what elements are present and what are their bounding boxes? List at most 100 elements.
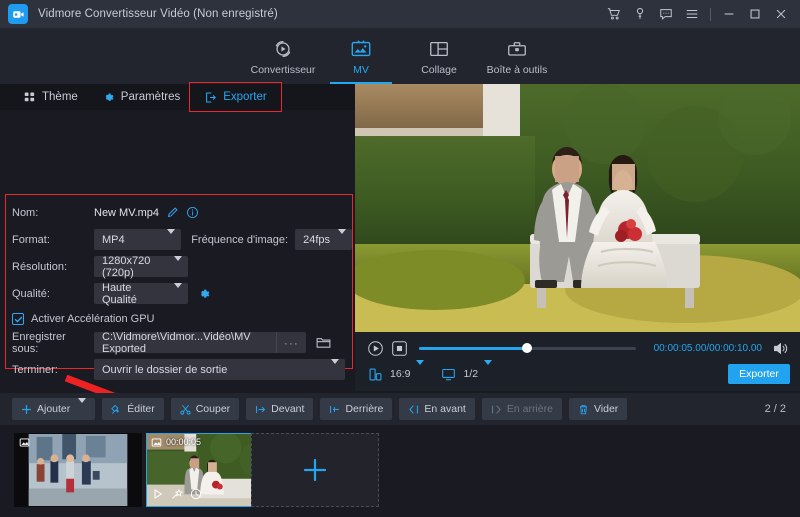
tab-settings-label: Paramètres: [120, 91, 181, 103]
play-icon[interactable]: [365, 338, 385, 358]
feedback-icon[interactable]: [653, 0, 679, 28]
nav-label-mv: MV: [353, 63, 369, 76]
framerate-label: Fréquence d'image:: [191, 233, 289, 246]
tab-theme[interactable]: Thème: [12, 85, 90, 109]
nav-item-mv[interactable]: MV: [322, 28, 400, 84]
saveto-label: Enregistrer sous:: [12, 330, 66, 355]
key-icon[interactable]: [627, 0, 653, 28]
tab-export[interactable]: Exporter: [192, 85, 278, 109]
finish-label: Terminer:: [12, 363, 58, 376]
info-icon[interactable]: [186, 206, 199, 219]
resolution-select[interactable]: 1280x720 (720p): [94, 254, 188, 279]
aspect-ratio-chevron-down-icon[interactable]: [416, 360, 425, 383]
form-row-saveto: Enregistrer sous: C:\Vidmore\Vidmor...Vi…: [8, 330, 352, 355]
magic-wand-icon[interactable]: [171, 487, 183, 505]
clock-icon[interactable]: [190, 487, 202, 505]
toolbar-button-edit[interactable]: Éditer: [102, 398, 164, 420]
nav-item-converter[interactable]: Convertisseur: [244, 28, 322, 84]
open-folder-icon[interactable]: [312, 332, 334, 353]
progress-fill: [419, 346, 528, 350]
collage-icon: [428, 37, 450, 61]
form-row-name: Nom: New MV.mp4: [8, 200, 352, 225]
screen-chevron-down-icon[interactable]: [484, 360, 493, 383]
toolbar-button-backward[interactable]: En arrière: [481, 398, 562, 420]
quality-select[interactable]: Haute Qualité: [94, 281, 188, 306]
sub-tab-bar: Thème Paramètres Exporter: [0, 82, 355, 112]
edit-pin-icon: [111, 404, 120, 414]
clip-timeline: 00:00:05: [0, 425, 800, 517]
player-options-row: 16:9 1/2 Exporter: [355, 360, 800, 386]
framerate-select[interactable]: 24fps: [295, 228, 352, 250]
nav-item-collage[interactable]: Collage: [400, 28, 478, 84]
chevron-down-icon: [330, 228, 346, 246]
cart-icon[interactable]: [601, 0, 627, 28]
form-row-gpu: Activer Accélération GPU: [8, 308, 352, 330]
format-value: MP4: [102, 233, 125, 246]
stop-icon[interactable]: [389, 338, 409, 358]
screen-value: 1/2: [463, 368, 479, 380]
gpu-checkbox[interactable]: [12, 313, 24, 325]
resolution-value: 1280x720 (720p): [102, 254, 151, 279]
browse-button[interactable]: ···: [275, 332, 306, 353]
nav-label-converter: Convertisseur: [250, 63, 316, 76]
aspect-ratio-value: 16:9: [390, 368, 411, 380]
toolbar-label-clear: Vider: [593, 403, 619, 415]
grid-icon: [24, 92, 35, 102]
player-transport-row: 00:00:05.00/00:00:10.00: [355, 336, 800, 360]
saveto-value: C:\Vidmore\Vidmor...Vidéo\MV Exported: [102, 330, 251, 355]
menu-icon[interactable]: [679, 0, 705, 28]
chevron-down-icon: [159, 228, 176, 246]
plus-icon: [303, 458, 327, 482]
toolbar-button-cut[interactable]: Couper: [170, 398, 240, 420]
resolution-label: Résolution:: [12, 260, 68, 273]
export-button-preview[interactable]: Exporter: [728, 364, 790, 384]
toolbar-button-clear[interactable]: Vider: [568, 398, 628, 420]
toolbar-button-forward[interactable]: En avant: [399, 398, 475, 420]
name-label: Nom:: [12, 206, 39, 219]
toolbar-button-front[interactable]: Devant: [246, 398, 314, 420]
maximize-icon[interactable]: [742, 0, 768, 28]
gpu-label: Activer Accélération GPU: [31, 313, 155, 325]
gear-icon: [105, 92, 114, 101]
edit-icon[interactable]: [166, 206, 179, 219]
add-clip-button[interactable]: [251, 433, 379, 507]
framerate-value: 24fps: [303, 233, 330, 246]
form-row-resolution: Résolution: 1280x720 (720p): [8, 254, 352, 279]
format-select[interactable]: MP4: [94, 228, 182, 250]
forward-icon: [409, 404, 419, 414]
tab-settings[interactable]: Paramètres: [90, 85, 192, 109]
move-front-icon: [256, 405, 266, 413]
trash-icon: [579, 404, 587, 414]
toolbar-label-forward: En avant: [424, 403, 466, 415]
name-value: New MV.mp4: [94, 206, 160, 219]
video-stage[interactable]: [355, 84, 800, 332]
progress-slider[interactable]: [419, 343, 636, 353]
app-logo-icon: [8, 4, 28, 24]
video-preview-panel: 00:00:05.00/00:00:10.00 16:9 1/2 Exporte…: [355, 84, 800, 391]
minimize-icon[interactable]: [716, 0, 742, 28]
finish-select[interactable]: Ouvrir le dossier de sortie: [94, 358, 345, 380]
timeline-clip-1[interactable]: [14, 433, 142, 507]
left-panel: Thème Paramètres Exporter Nom: New MV.mp…: [0, 82, 355, 445]
chevron-down-icon[interactable]: [78, 398, 87, 415]
page-counter: 2 / 2: [764, 403, 786, 415]
aspect-ratio-icon[interactable]: [365, 364, 385, 384]
title-bar: Vidmore Convertisseur Vidéo (Non enregis…: [0, 0, 800, 28]
toolbar-button-add[interactable]: Ajouter: [12, 398, 96, 420]
saveto-input[interactable]: C:\Vidmore\Vidmor...Vidéo\MV Exported ··…: [94, 330, 306, 355]
nav-item-toolbox[interactable]: Boîte à outils: [478, 28, 556, 84]
close-icon[interactable]: [768, 0, 794, 28]
chevron-down-icon: [323, 358, 339, 376]
screen-icon[interactable]: [438, 364, 458, 384]
export-icon: [206, 92, 217, 102]
main-nav: Convertisseur MV Collage Boîte à outils: [0, 28, 800, 84]
finish-value: Ouvrir le dossier de sortie: [102, 363, 228, 376]
progress-handle[interactable]: [522, 343, 533, 353]
plus-icon: [21, 404, 32, 414]
play-icon[interactable]: [152, 487, 164, 505]
quality-value: Haute Qualité: [102, 281, 137, 306]
advanced-settings-gear-icon[interactable]: [197, 287, 211, 301]
volume-icon[interactable]: [770, 338, 790, 358]
toolbar-button-back[interactable]: Derrière: [320, 398, 393, 420]
form-row-format: Format: MP4 Fréquence d'image: 24fps: [8, 227, 352, 252]
